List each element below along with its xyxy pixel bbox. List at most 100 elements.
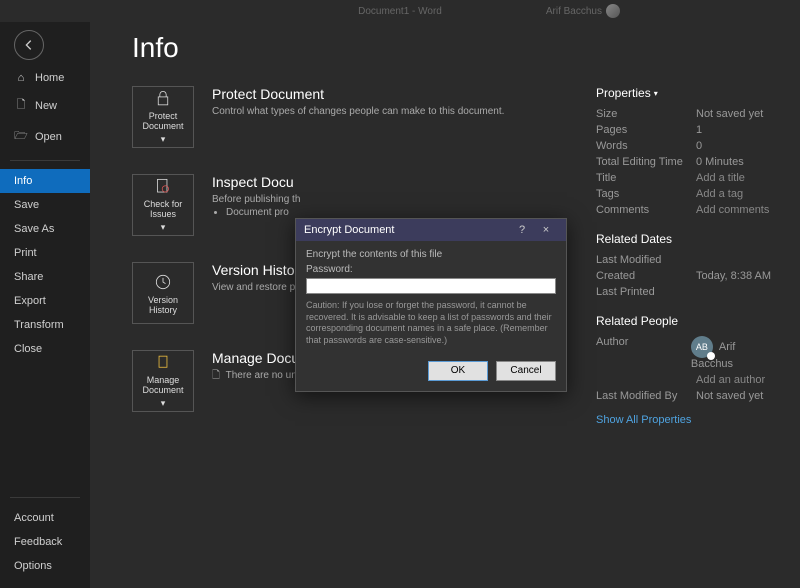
nav-new[interactable]: 🗋 New [0, 90, 90, 121]
presence-badge-icon [707, 352, 715, 360]
dialog-caution: Caution: If you lose or forget the passw… [306, 300, 556, 347]
user-area[interactable]: Arif Bacchus [546, 4, 620, 18]
tile-check-issues[interactable]: Check for Issues ▾ [132, 174, 194, 236]
related-dates-heading: Related Dates [596, 232, 776, 246]
nav-options[interactable]: Options [0, 554, 90, 578]
prop-comments-label: Comments [596, 204, 696, 216]
prop-printed-label: Last Printed [596, 286, 696, 298]
protect-title: Protect Document [212, 86, 504, 102]
nav-info-label: Info [14, 175, 32, 187]
nav-save[interactable]: Save [0, 193, 90, 217]
separator [10, 160, 80, 161]
protect-desc: Control what types of changes people can… [212, 105, 504, 119]
tile-version-label: Version History [135, 295, 191, 315]
dialog-title: Encrypt Document [304, 224, 394, 236]
nav-open-label: Open [35, 131, 62, 143]
nav-home-label: Home [35, 72, 64, 84]
title-bar: Document1 - Word Arif Bacchus [0, 0, 800, 22]
nav-feedback-label: Feedback [14, 536, 62, 548]
nav-info[interactable]: Info [0, 169, 90, 193]
separator [10, 497, 80, 498]
chevron-down-icon: ▾ [161, 222, 166, 233]
add-author[interactable]: Add an author [696, 374, 765, 386]
prop-comments-value[interactable]: Add comments [696, 204, 769, 216]
prop-editing-value: 0 Minutes [696, 156, 744, 168]
version-title: Version Histo [212, 262, 299, 278]
inspect-icon [153, 177, 173, 196]
prop-size-label: Size [596, 108, 696, 120]
dialog-close-button[interactable]: × [534, 224, 558, 236]
backstage-sidebar: ⌂ Home 🗋 New 🗁 Open Info Save Save As Print… [0, 22, 90, 588]
dialog-titlebar[interactable]: Encrypt Document ? × [296, 219, 566, 241]
prop-pages-label: Pages [596, 124, 696, 136]
version-desc: View and restore pr [212, 281, 299, 295]
author-initials: AB [696, 342, 708, 352]
nav-export-label: Export [14, 295, 46, 307]
nav-export[interactable]: Export [0, 289, 90, 313]
show-all-properties[interactable]: Show All Properties [596, 414, 776, 426]
tile-manage-label: Manage Document [135, 375, 191, 395]
prop-editing-label: Total Editing Time [596, 156, 696, 168]
chevron-down-icon: ▾ [161, 398, 166, 409]
inspect-bullet: Document pro [226, 207, 300, 218]
nav-print[interactable]: Print [0, 241, 90, 265]
document-title: Document1 - Word [358, 6, 442, 17]
cancel-button[interactable]: Cancel [496, 361, 556, 381]
nav-account[interactable]: Account [0, 506, 90, 530]
encrypt-dialog: Encrypt Document ? × Encrypt the content… [295, 218, 567, 392]
ok-button[interactable]: OK [428, 361, 488, 381]
nav-open[interactable]: 🗁 Open [0, 121, 90, 152]
password-label: Password: [306, 264, 556, 275]
inspect-title: Inspect Docu [212, 174, 300, 190]
nav-saveas[interactable]: Save As [0, 217, 90, 241]
lock-icon [153, 89, 173, 108]
nav-transform[interactable]: Transform [0, 313, 90, 337]
nav-close-label: Close [14, 343, 42, 355]
prop-tags-label: Tags [596, 188, 696, 200]
nav-feedback[interactable]: Feedback [0, 530, 90, 554]
nav-options-label: Options [14, 560, 52, 572]
tile-protect-label: Protect Document [135, 111, 191, 131]
nav-saveas-label: Save As [14, 223, 54, 235]
user-avatar-icon [606, 4, 620, 18]
inspect-line: Before publishing th [212, 193, 300, 207]
prop-modified-label: Last Modified [596, 254, 696, 266]
prop-pages-value: 1 [696, 124, 702, 136]
prop-created-label: Created [596, 270, 696, 282]
password-input[interactable] [306, 278, 556, 294]
properties-heading[interactable]: Properties [596, 86, 651, 100]
nav-close[interactable]: Close [0, 337, 90, 361]
prop-lastmodby-value: Not saved yet [696, 390, 763, 402]
history-icon [153, 272, 173, 292]
folder-open-icon: 🗁 [14, 127, 28, 146]
tile-protect-document[interactable]: Protect Document▾ [132, 86, 194, 148]
author-avatar-icon: AB [691, 336, 713, 358]
prop-created-value: Today, 8:38 AM [696, 270, 771, 282]
nav-transform-label: Transform [14, 319, 64, 331]
prop-author-label: Author [596, 336, 691, 370]
nav-share[interactable]: Share [0, 265, 90, 289]
prop-lastmodby-label: Last Modified By [596, 390, 696, 402]
prop-size-value: Not saved yet [696, 108, 763, 120]
file-icon: 🗋 [14, 96, 28, 115]
prop-title-value[interactable]: Add a title [696, 172, 745, 184]
nav-print-label: Print [14, 247, 37, 259]
prop-words-value: 0 [696, 140, 702, 152]
nav-save-label: Save [14, 199, 39, 211]
prop-title-label: Title [596, 172, 696, 184]
tile-inspect-label: Check for Issues [135, 199, 191, 219]
chevron-down-icon: ▾ [654, 89, 658, 98]
user-name: Arif Bacchus [546, 6, 602, 17]
home-icon: ⌂ [14, 72, 28, 84]
prop-author-value[interactable]: ABArif Bacchus [691, 336, 776, 370]
back-button[interactable] [14, 30, 44, 60]
properties-panel: Properties▾ SizeNot saved yet Pages1 Wor… [596, 86, 776, 438]
nav-new-label: New [35, 100, 57, 112]
nav-home[interactable]: ⌂ Home [0, 66, 90, 90]
tile-manage-document[interactable]: Manage Document ▾ [132, 350, 194, 412]
dialog-instruction: Encrypt the contents of this file [306, 249, 556, 260]
prop-tags-value[interactable]: Add a tag [696, 188, 743, 200]
document-icon [153, 353, 173, 372]
tile-version-history[interactable]: Version History [132, 262, 194, 324]
dialog-help-button[interactable]: ? [510, 224, 534, 236]
